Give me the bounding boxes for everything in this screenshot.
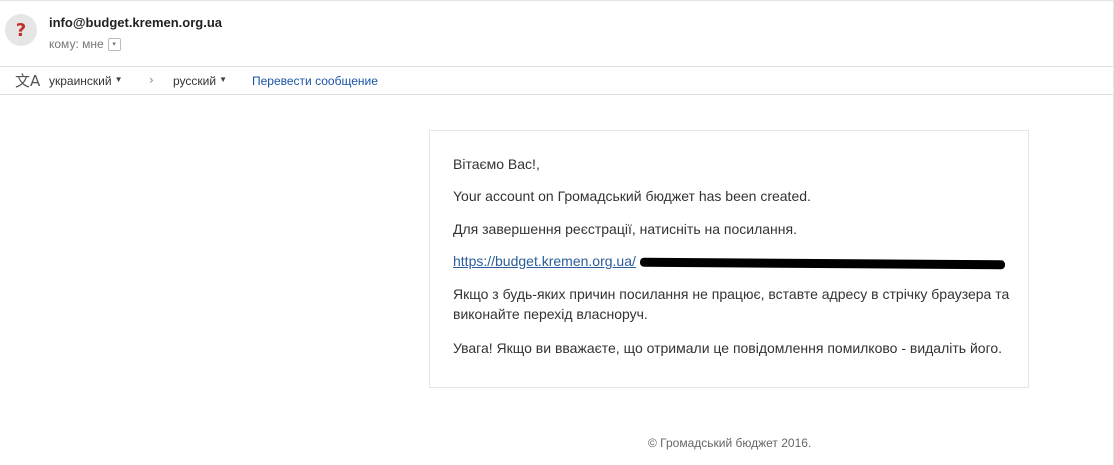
target-language-label: русский xyxy=(173,74,217,88)
top-border xyxy=(0,0,1114,1)
footer-copyright: © Громадський бюджет 2016. xyxy=(648,436,812,450)
translate-message-link[interactable]: Перевести сообщение xyxy=(252,74,378,88)
recipient-row: кому: мне ▾ xyxy=(49,37,121,51)
redaction-mark xyxy=(639,257,1006,270)
caret-down-icon: ▼ xyxy=(114,75,123,84)
activation-link-paragraph: https://budget.kremen.org.ua/ xyxy=(453,251,636,271)
activation-link[interactable]: https://budget.kremen.org.ua/ xyxy=(453,253,636,269)
greeting-text: Вітаємо Вас!, xyxy=(453,156,540,172)
target-language-select[interactable]: русский ▼ xyxy=(173,74,227,88)
unknown-sender-icon: ? xyxy=(15,19,27,41)
sender-avatar[interactable]: ? xyxy=(5,14,37,46)
details-dropdown-icon[interactable]: ▾ xyxy=(107,37,121,51)
recipient-label: кому: мне xyxy=(49,37,104,51)
chevron-right-icon: › xyxy=(149,73,154,87)
source-language-label: украинский xyxy=(49,74,112,88)
source-language-select[interactable]: украинский ▼ xyxy=(49,74,123,88)
translation-bar: 文A украинский ▼ › русский ▼ Перевести со… xyxy=(0,66,1113,95)
complete-registration-text: Для завершення реєстрації, натисніть на … xyxy=(453,221,797,237)
message-body-card: Вітаємо Вас!, Your account on Громадськи… xyxy=(429,130,1029,388)
translate-icon: 文A xyxy=(15,72,41,90)
warning-text: Увага! Якщо ви вважаєте, що отримали це … xyxy=(453,340,1003,356)
caret-down-icon: ▼ xyxy=(219,75,227,84)
sender-address[interactable]: info@budget.kremen.org.ua xyxy=(49,15,222,30)
broken-link-instructions: Якщо з будь-яких причин посилання не пра… xyxy=(453,286,1010,322)
account-created-text: Your account on Громадський бюджет has b… xyxy=(453,188,811,204)
